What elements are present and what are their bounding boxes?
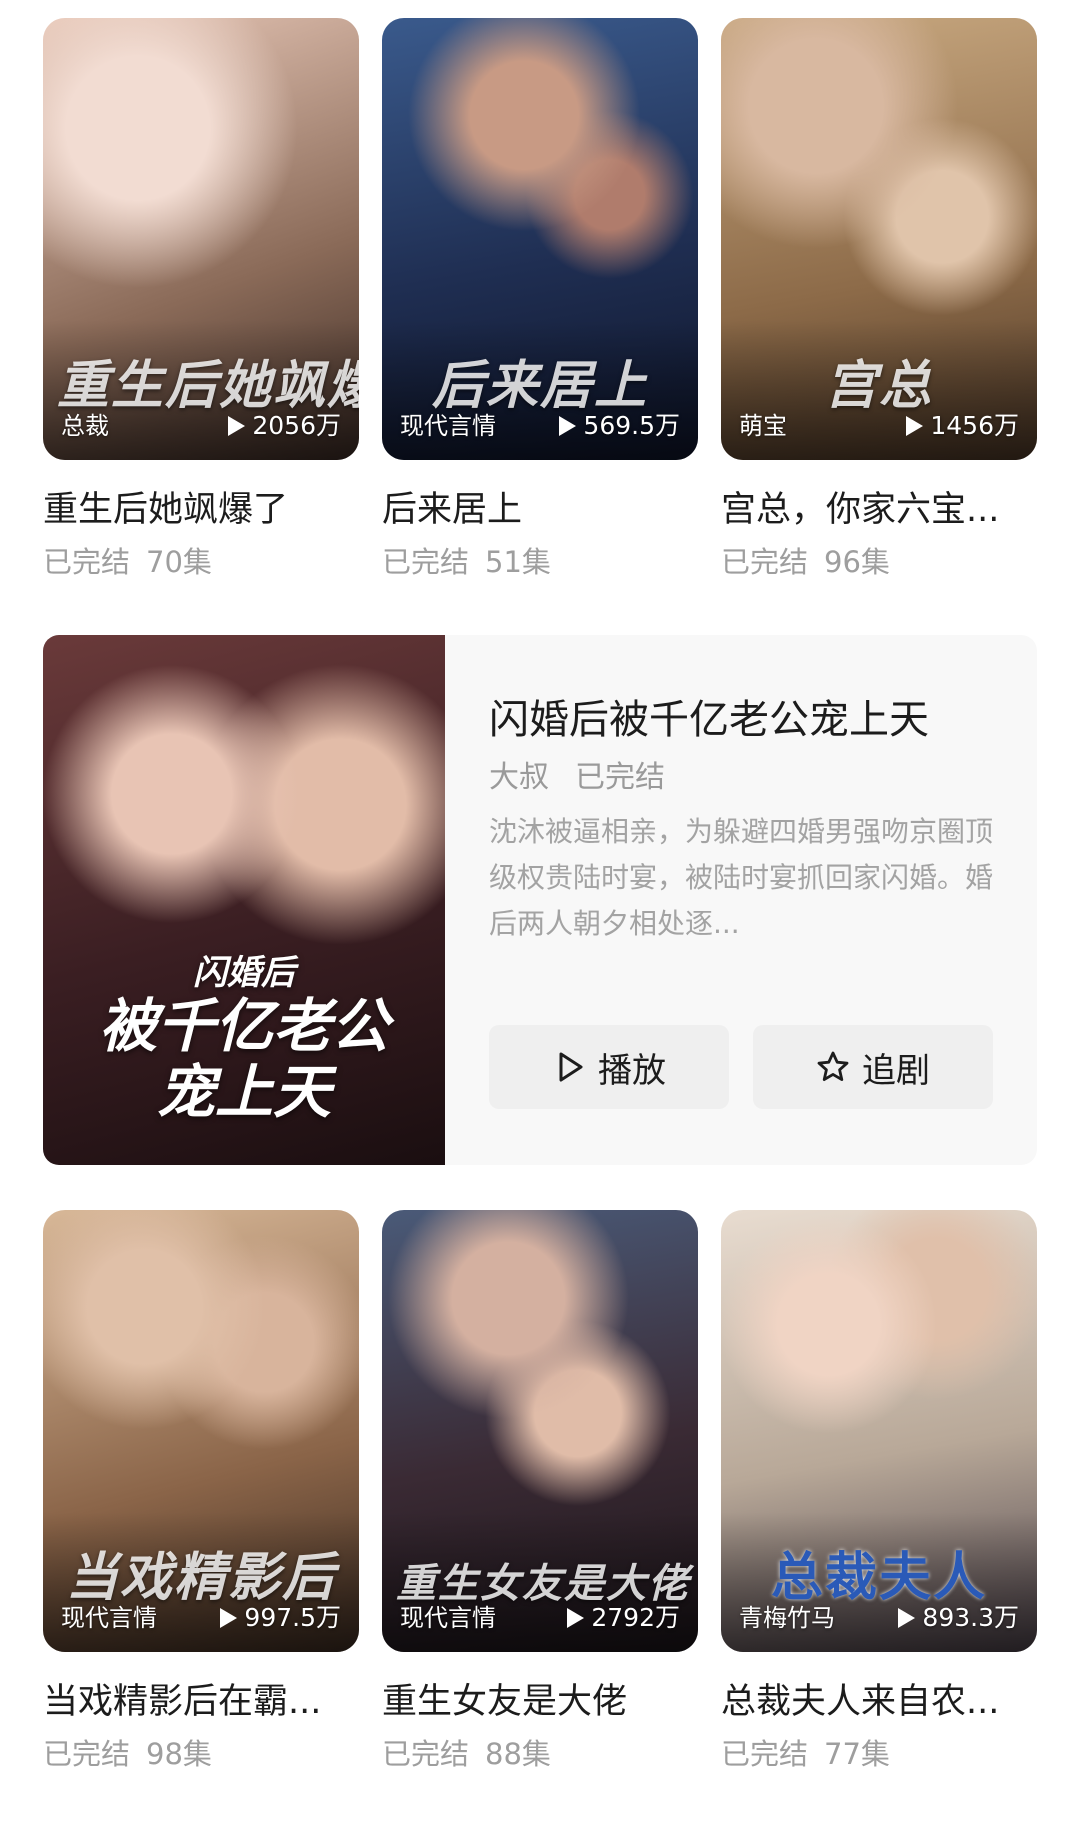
drama-title[interactable]: 重生女友是大佬 <box>382 1680 698 1724</box>
poster-title-art: 宫总 <box>824 355 933 416</box>
featured-info: 闪婚后被千亿老公宠上天 大叔 已完结 沈沐被逼相亲，为躲避四婚男强吻京圈顶级权贵… <box>489 695 997 947</box>
genre-tag: 总裁 <box>61 412 109 440</box>
play-icon <box>559 415 577 436</box>
play-count-value: 997.5万 <box>244 1603 341 1632</box>
drama-poster[interactable]: 重生女友是大佬 现代言情 2792万 <box>382 1210 698 1652</box>
play-icon <box>228 415 246 436</box>
poster-title-art: 当戏精影后 <box>65 1547 336 1608</box>
drama-meta: 已完结 51集 <box>382 544 698 580</box>
episode-count: 88集 <box>485 1737 551 1771</box>
drama-card[interactable]: 总裁夫人 青梅竹马 893.3万 总裁夫人来自农... 已完结 77集 <box>721 1210 1037 1772</box>
play-icon <box>220 1607 238 1628</box>
play-count-value: 2792万 <box>591 1603 680 1632</box>
poster-title-art: 重生女友是大佬 <box>396 1560 690 1607</box>
play-count: 997.5万 <box>218 1605 341 1630</box>
play-count-value: 569.5万 <box>583 411 680 440</box>
play-count: 1456万 <box>904 413 1019 438</box>
episode-count: 98集 <box>146 1737 212 1771</box>
drama-poster[interactable]: 宫总 萌宝 1456万 <box>721 18 1037 460</box>
follow-button-label: 追剧 <box>862 1050 930 1091</box>
play-button-label: 播放 <box>598 1050 666 1091</box>
genre-tag: 青梅竹马 <box>739 1604 835 1632</box>
poster-title-art: 后来居上 <box>431 355 648 416</box>
drama-meta: 已完结 96集 <box>721 544 1037 580</box>
play-button[interactable]: 播放 <box>489 1025 729 1109</box>
genre-tag: 现代言情 <box>400 412 496 440</box>
drama-status: 已完结 <box>382 545 470 579</box>
drama-meta: 已完结 88集 <box>382 1736 698 1772</box>
featured-poster[interactable]: 闪婚后 被千亿老公 宠上天 <box>43 635 445 1165</box>
featured-tag-status: 已完结 <box>575 760 665 795</box>
featured-title[interactable]: 闪婚后被千亿老公宠上天 <box>489 695 997 745</box>
drama-grid-top: 重生后她飒爆了 总裁 2056万 重生后她飒爆了 已完结 70集 后来居上 现代… <box>43 18 1037 580</box>
featured-drama-banner[interactable]: 闪婚后 被千亿老公 宠上天 闪婚后被千亿老公宠上天 大叔 已完结 沈沐被逼相亲，… <box>43 635 1037 1165</box>
drama-title[interactable]: 重生后她飒爆了 <box>43 488 359 532</box>
drama-grid-bottom: 当戏精影后 现代言情 997.5万 当戏精影后在霸... 已完结 98集 重生女… <box>43 1210 1037 1772</box>
episode-count: 77集 <box>824 1737 890 1771</box>
drama-card[interactable]: 后来居上 现代言情 569.5万 后来居上 已完结 51集 <box>382 18 698 580</box>
drama-poster[interactable]: 后来居上 现代言情 569.5万 <box>382 18 698 460</box>
drama-meta: 已完结 77集 <box>721 1736 1037 1772</box>
play-count: 2056万 <box>226 413 341 438</box>
drama-poster[interactable]: 重生后她飒爆了 总裁 2056万 <box>43 18 359 460</box>
drama-status: 已完结 <box>721 545 809 579</box>
drama-meta: 已完结 70集 <box>43 544 359 580</box>
poster-title-art: 闪婚后 被千亿老公 宠上天 <box>98 953 389 1126</box>
drama-title[interactable]: 总裁夫人来自农... <box>721 1680 1037 1724</box>
genre-tag: 现代言情 <box>400 1604 496 1632</box>
drama-poster[interactable]: 当戏精影后 现代言情 997.5万 <box>43 1210 359 1652</box>
drama-title[interactable]: 当戏精影后在霸... <box>43 1680 359 1724</box>
drama-card[interactable]: 宫总 萌宝 1456万 宫总，你家六宝... 已完结 96集 <box>721 18 1037 580</box>
drama-status: 已完结 <box>43 1737 131 1771</box>
featured-description: 沈沐被逼相亲，为躲避四婚男强吻京圈顶级权贵陆时宴，被陆时宴抓回家闪婚。婚后两人朝… <box>489 815 994 940</box>
drama-card[interactable]: 重生后她飒爆了 总裁 2056万 重生后她飒爆了 已完结 70集 <box>43 18 359 580</box>
drama-title[interactable]: 后来居上 <box>382 488 698 532</box>
featured-tags: 大叔 已完结 <box>489 759 997 797</box>
play-icon <box>567 1607 585 1628</box>
drama-title[interactable]: 宫总，你家六宝... <box>721 488 1037 532</box>
drama-card[interactable]: 重生女友是大佬 现代言情 2792万 重生女友是大佬 已完结 88集 <box>382 1210 698 1772</box>
episode-count: 70集 <box>146 545 212 579</box>
poster-title-art: 重生后她飒爆了 <box>57 355 359 416</box>
play-count-value: 893.3万 <box>922 1603 1019 1632</box>
drama-meta: 已完结 98集 <box>43 1736 359 1772</box>
poster-title-art: 总裁夫人 <box>770 1547 987 1608</box>
drama-poster[interactable]: 总裁夫人 青梅竹马 893.3万 <box>721 1210 1037 1652</box>
star-icon <box>817 1051 849 1081</box>
genre-tag: 萌宝 <box>739 412 787 440</box>
play-icon <box>898 1607 916 1628</box>
play-outline-icon <box>559 1052 583 1082</box>
drama-status: 已完结 <box>382 1737 470 1771</box>
drama-status: 已完结 <box>721 1737 809 1771</box>
featured-tag-genre: 大叔 <box>489 760 549 795</box>
play-count-value: 2056万 <box>252 411 341 440</box>
episode-count: 51集 <box>485 545 551 579</box>
play-count-value: 1456万 <box>930 411 1019 440</box>
drama-status: 已完结 <box>43 545 131 579</box>
play-count: 893.3万 <box>896 1605 1019 1630</box>
follow-button[interactable]: 追剧 <box>753 1025 993 1109</box>
play-count: 2792万 <box>565 1605 680 1630</box>
genre-tag: 现代言情 <box>61 1604 157 1632</box>
play-icon <box>906 415 924 436</box>
play-count: 569.5万 <box>557 413 680 438</box>
episode-count: 96集 <box>824 545 890 579</box>
featured-actions: 播放 追剧 <box>489 1025 993 1109</box>
drama-card[interactable]: 当戏精影后 现代言情 997.5万 当戏精影后在霸... 已完结 98集 <box>43 1210 359 1772</box>
